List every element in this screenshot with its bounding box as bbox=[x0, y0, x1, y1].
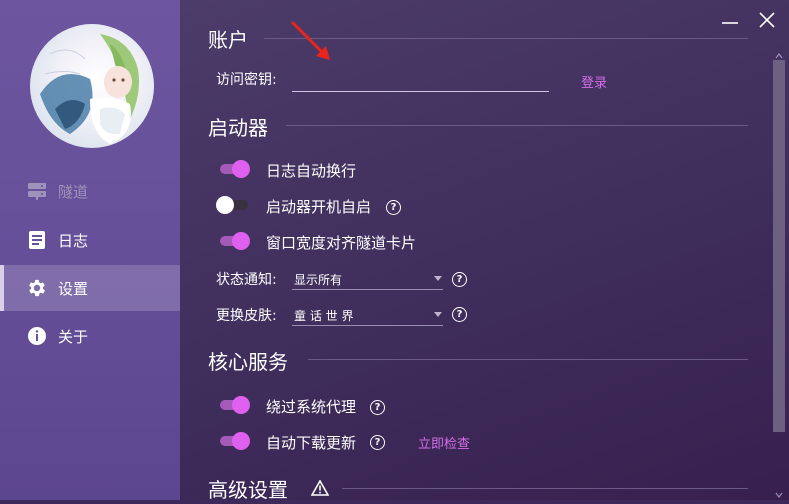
status-notify-label: 状态通知: bbox=[216, 272, 277, 288]
help-icon[interactable]: ? bbox=[452, 307, 467, 322]
sidebar: 隧道 日志 设置 关于 bbox=[0, 0, 180, 500]
select-underline bbox=[292, 289, 443, 290]
toggle-auto-update-label: 自动下载更新 bbox=[266, 434, 357, 452]
warning-icon bbox=[310, 479, 330, 500]
section-divider bbox=[308, 359, 748, 360]
section-title-advanced: 高级设置 bbox=[208, 478, 288, 502]
gear-icon bbox=[26, 277, 48, 299]
toggle-bypass-proxy[interactable] bbox=[216, 395, 250, 415]
help-icon[interactable]: ? bbox=[370, 435, 385, 450]
minimize-icon bbox=[722, 22, 738, 24]
help-icon[interactable]: ? bbox=[370, 400, 385, 415]
sidebar-item-label: 设置 bbox=[58, 279, 89, 298]
scrollbar[interactable] bbox=[771, 44, 787, 500]
section-divider bbox=[286, 125, 748, 126]
check-now-link[interactable]: 立即检查 bbox=[418, 433, 470, 452]
skin-select[interactable]: 童 话 世 界 bbox=[292, 302, 443, 326]
log-icon bbox=[26, 229, 48, 251]
skin-label: 更换皮肤: bbox=[216, 308, 277, 324]
sidebar-item-tunnels[interactable]: 隧道 bbox=[0, 168, 180, 214]
close-icon bbox=[759, 12, 775, 28]
chevron-down-icon bbox=[434, 312, 442, 317]
help-icon[interactable]: ? bbox=[452, 272, 467, 287]
help-icon[interactable]: ? bbox=[386, 200, 401, 215]
section-divider bbox=[342, 488, 748, 489]
toggle-auto-update[interactable] bbox=[216, 431, 250, 451]
info-icon bbox=[26, 325, 48, 347]
select-underline bbox=[292, 325, 443, 326]
section-title-account: 账户 bbox=[208, 28, 248, 52]
sidebar-item-label: 日志 bbox=[58, 231, 89, 250]
red-arrow-annotation bbox=[290, 20, 330, 60]
close-button[interactable] bbox=[757, 10, 777, 30]
section-title-launcher: 启动器 bbox=[208, 116, 268, 140]
avatar bbox=[30, 24, 154, 148]
toggle-bypass-proxy-label: 绕过系统代理 bbox=[266, 398, 357, 416]
toggle-log-wrap-label: 日志自动换行 bbox=[266, 162, 357, 180]
sidebar-item-about[interactable]: 关于 bbox=[0, 313, 180, 359]
chevron-down-icon bbox=[434, 276, 442, 281]
anime-avatar-image bbox=[40, 34, 139, 144]
sidebar-item-logs[interactable]: 日志 bbox=[0, 217, 180, 263]
toggle-log-wrap[interactable] bbox=[216, 159, 250, 179]
access-key-label: 访问密钥: bbox=[216, 72, 277, 88]
sidebar-item-settings[interactable]: 设置 bbox=[0, 265, 180, 311]
scroll-down-icon[interactable] bbox=[774, 485, 784, 504]
login-link[interactable]: 登录 bbox=[581, 72, 607, 91]
toggle-window-align[interactable] bbox=[216, 231, 250, 251]
settings-panel: 账户 访问密钥: 登录 启动器 日志自动换行 启动器开机自启 ? 窗口宽度对齐隧… bbox=[180, 0, 789, 502]
sidebar-item-label: 隧道 bbox=[58, 182, 89, 201]
toggle-window-align-label: 窗口宽度对齐隧道卡片 bbox=[266, 234, 417, 252]
sidebar-item-label: 关于 bbox=[58, 327, 89, 346]
minimize-button[interactable] bbox=[720, 10, 740, 30]
section-title-core: 核心服务 bbox=[208, 350, 288, 374]
access-key-underline bbox=[292, 91, 549, 92]
scroll-thumb[interactable] bbox=[773, 60, 785, 432]
status-notify-select[interactable]: 显示所有 bbox=[292, 266, 443, 290]
toggle-autostart[interactable] bbox=[216, 195, 250, 215]
server-icon bbox=[26, 180, 48, 202]
toggle-autostart-label: 启动器开机自启 bbox=[266, 198, 372, 216]
